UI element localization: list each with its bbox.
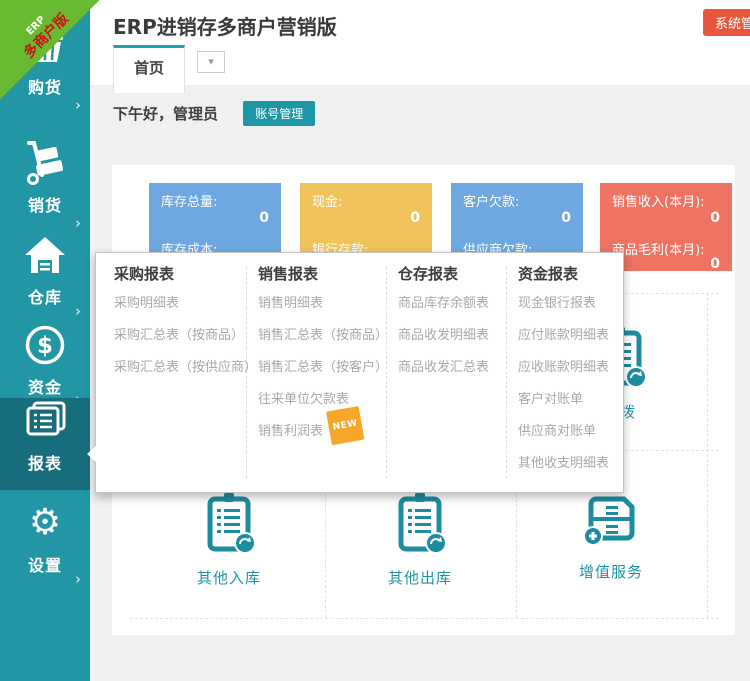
- menu-item[interactable]: 商品收发汇总表: [398, 352, 502, 384]
- menu-item[interactable]: 往来单位欠款表: [258, 384, 382, 416]
- shortcut-other-inbound[interactable]: 其他入库: [159, 493, 299, 588]
- chevron-right-icon: ›: [75, 302, 81, 320]
- menu-item[interactable]: 采购汇总表（按商品）: [114, 320, 240, 352]
- stat-value: 0: [710, 210, 720, 226]
- sidebar-item-label: 设置: [28, 552, 62, 576]
- page-title: ERP进销存多商户营销版: [113, 11, 337, 40]
- menu-item[interactable]: 供应商对账单: [518, 416, 622, 448]
- account-manage-button[interactable]: 账号管理: [243, 101, 315, 126]
- menu-item[interactable]: 应付账款明细表: [518, 320, 622, 352]
- corner-ribbon: ERP 多商户版: [0, 0, 100, 100]
- menu-item[interactable]: 销售汇总表（按商品）: [258, 320, 382, 352]
- svg-text:$: $: [37, 333, 53, 359]
- stat-label: 销售收入(本月):: [612, 191, 705, 210]
- flyout-column-warehouse-reports: 仓存报表 商品库存余额表 商品收发明细表 商品收发汇总表: [398, 253, 502, 384]
- stat-label: 现金:: [312, 191, 342, 210]
- shortcut-label: 增值服务: [541, 561, 681, 582]
- stat-value: 0: [410, 210, 420, 226]
- stat-label: 客户欠款:: [463, 191, 519, 210]
- menu-item[interactable]: 采购明细表: [114, 288, 240, 320]
- menu-item[interactable]: 商品库存余额表: [398, 288, 502, 320]
- grid-divider: [130, 618, 719, 619]
- menu-item-label: 销售利润表: [258, 424, 323, 439]
- stat-label: 商品毛利(本月):: [612, 239, 705, 258]
- shortcut-value-added-services[interactable]: 增值服务: [541, 493, 681, 582]
- clipboard-arrow-icon: [159, 493, 299, 555]
- sidebar-item-warehouse[interactable]: 仓库 ›: [0, 232, 90, 328]
- stat-label: 库存总量:: [161, 191, 217, 210]
- menu-item[interactable]: 销售利润表 NEW: [258, 416, 382, 448]
- flyout-divider: [506, 267, 507, 478]
- chevron-right-icon: ›: [75, 214, 81, 232]
- system-manage-button[interactable]: 系统管理: [703, 9, 750, 36]
- sidebar-item-label: 仓库: [28, 284, 62, 308]
- trolley-icon: [0, 140, 90, 186]
- money-icon: $: [0, 322, 90, 368]
- flyout-column-title: 销售报表: [258, 263, 382, 284]
- sidebar-item-sales[interactable]: 销货 ›: [0, 140, 90, 240]
- stat-value: 0: [710, 256, 720, 272]
- menu-item[interactable]: 客户对账单: [518, 384, 622, 416]
- shortcut-other-outbound[interactable]: 其他出库: [350, 493, 490, 588]
- menu-item[interactable]: 销售明细表: [258, 288, 382, 320]
- tab-dropdown-button[interactable]: ▾: [197, 51, 225, 73]
- sidebar-item-label: 销货: [28, 192, 62, 216]
- menu-item[interactable]: 其他收支明细表: [518, 448, 622, 480]
- flyout-column-finance-reports: 资金报表 现金银行报表 应付账款明细表 应收账款明细表 客户对账单 供应商对账单…: [518, 253, 622, 480]
- sidebar-item-settings[interactable]: ⚙ 设置 ›: [0, 500, 90, 596]
- clipboard-arrow-icon: [350, 493, 490, 555]
- greeting-label: 下午好，管理员: [113, 105, 218, 123]
- gear-icon: ⚙: [0, 500, 90, 546]
- greeting-text: 下午好，管理员 账号管理: [113, 101, 315, 126]
- stat-value: 0: [259, 210, 269, 226]
- menu-item[interactable]: 现金银行报表: [518, 288, 622, 320]
- flyout-column-purchase-reports: 采购报表 采购明细表 采购汇总表（按商品） 采购汇总表（按供应商）: [114, 253, 240, 384]
- flyout-column-title: 资金报表: [518, 263, 622, 284]
- shortcut-label: 其他入库: [159, 567, 299, 588]
- flyout-arrow-icon: [87, 446, 96, 462]
- drawer-plus-icon: [541, 493, 681, 549]
- stat-value: 0: [561, 210, 571, 226]
- chevron-right-icon: ›: [75, 570, 81, 588]
- ribbon-text: ERP 多商户版: [0, 0, 100, 91]
- menu-item[interactable]: 销售汇总表（按客户）: [258, 352, 382, 384]
- sidebar-item-label: 资金: [28, 374, 62, 398]
- flyout-column-title: 仓存报表: [398, 263, 502, 284]
- report-icon: [0, 398, 90, 444]
- menu-item[interactable]: 应收账款明细表: [518, 352, 622, 384]
- warehouse-icon: [0, 232, 90, 278]
- sidebar-item-label: 报表: [28, 450, 62, 474]
- reports-flyout-menu: 采购报表 采购明细表 采购汇总表（按商品） 采购汇总表（按供应商） 销售报表 销…: [95, 252, 624, 493]
- new-badge: NEW: [326, 406, 365, 445]
- chevron-down-icon: ▾: [208, 55, 214, 68]
- sidebar-item-reports[interactable]: 报表: [0, 398, 90, 490]
- flyout-column-sales-reports: 销售报表 销售明细表 销售汇总表（按商品） 销售汇总表（按客户） 往来单位欠款表…: [258, 253, 382, 448]
- menu-item[interactable]: 采购汇总表（按供应商）: [114, 352, 240, 384]
- grid-divider: [707, 293, 708, 618]
- sidebar: 购货 › 销货 ›: [0, 0, 90, 681]
- shortcut-label: 其他出库: [350, 567, 490, 588]
- menu-item[interactable]: 商品收发明细表: [398, 320, 502, 352]
- erp-home-page: ERP进销存多商户营销版 系统管理 首页 ▾ 下午好，管理员 账号管理 库存总量…: [0, 0, 750, 681]
- tab-home[interactable]: 首页: [113, 45, 185, 93]
- flyout-column-title: 采购报表: [114, 263, 240, 284]
